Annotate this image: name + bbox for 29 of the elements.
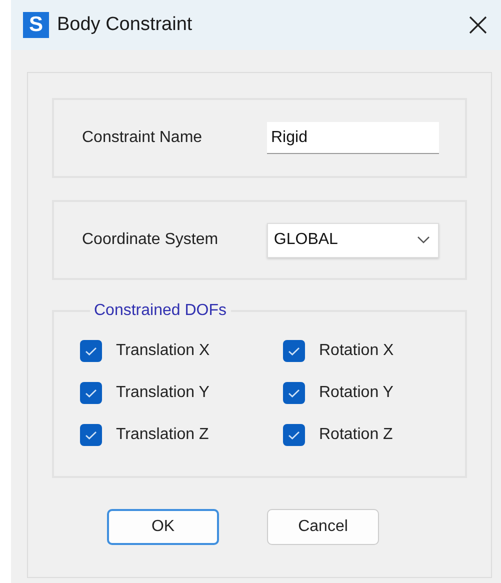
checkbox-box[interactable] bbox=[80, 382, 102, 404]
checkbox[interactable]: Rotation X bbox=[283, 340, 443, 362]
checkbox-label: Rotation Y bbox=[319, 384, 394, 402]
checkbox[interactable]: Rotation Y bbox=[283, 382, 443, 404]
checkbox-box[interactable] bbox=[283, 424, 305, 446]
checkbox[interactable]: Translation Y bbox=[80, 382, 283, 404]
field-label: Constraint Name bbox=[82, 129, 204, 147]
close-icon bbox=[469, 16, 487, 34]
checkbox-label: Rotation X bbox=[319, 342, 394, 360]
checkbox-box[interactable] bbox=[283, 382, 305, 404]
checkbox-label: Rotation Z bbox=[319, 426, 393, 444]
ok-button[interactable]: OK bbox=[107, 509, 219, 545]
app-icon: S bbox=[23, 12, 49, 38]
checkbox-label: Translation X bbox=[116, 342, 210, 360]
dropdown[interactable]: GLOBAL bbox=[266, 222, 439, 258]
window-title: Body Constraint bbox=[57, 14, 194, 36]
group-title: Constrained DOFs bbox=[93, 302, 228, 320]
cancel-button[interactable]: Cancel bbox=[267, 509, 379, 545]
checkbox[interactable]: Translation Z bbox=[80, 424, 283, 446]
checkbox-box[interactable] bbox=[80, 424, 102, 446]
input-field[interactable]: Rigid bbox=[267, 122, 439, 154]
checkbox[interactable]: Rotation Z bbox=[283, 424, 443, 446]
checkbox-box[interactable] bbox=[283, 340, 305, 362]
chevron-down-icon bbox=[417, 236, 430, 244]
checkbox-label: Translation Y bbox=[116, 384, 210, 402]
field-label: Coordinate System bbox=[82, 231, 220, 249]
checkbox-label: Translation Z bbox=[116, 426, 209, 444]
checkbox[interactable]: Translation X bbox=[80, 340, 283, 362]
checkbox-box[interactable] bbox=[80, 340, 102, 362]
